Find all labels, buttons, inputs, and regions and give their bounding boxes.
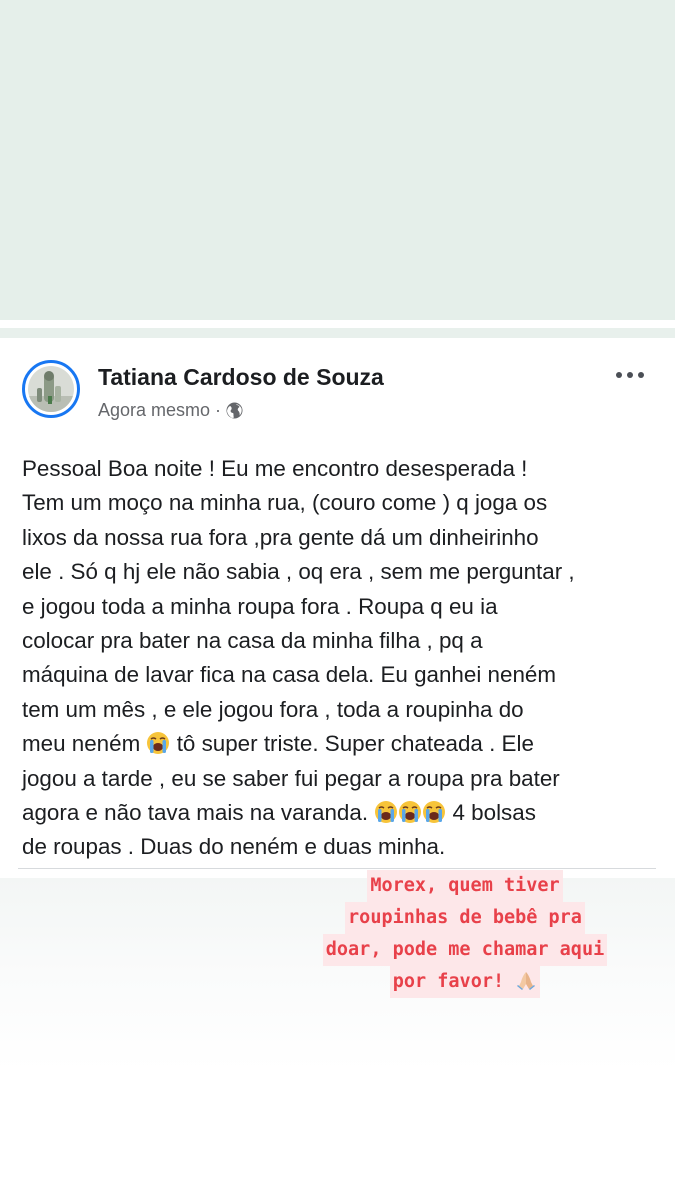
blank-top-area bbox=[0, 0, 675, 320]
caption-line: Morex, quem tiver bbox=[367, 870, 563, 902]
globe-icon bbox=[226, 402, 243, 419]
loudly-crying-face-icon bbox=[147, 732, 170, 755]
caption-line: roupinhas de bebê pra bbox=[345, 902, 585, 934]
post-line: jogou a tarde , eu se saber fui pegar a … bbox=[22, 765, 560, 791]
separator-band bbox=[0, 328, 675, 338]
post-line: máquina de lavar fica na casa dela. Eu g… bbox=[22, 662, 556, 688]
more-dots-icon[interactable] bbox=[612, 360, 648, 390]
post-line: ele . Só q hj ele não sabia , oq era , s… bbox=[22, 559, 575, 585]
avatar[interactable] bbox=[22, 360, 80, 418]
author-name[interactable]: Tatiana Cardoso de Souza bbox=[98, 364, 384, 391]
caption-line: doar, pode me chamar aqui bbox=[322, 934, 608, 966]
avatar-photo bbox=[28, 366, 74, 412]
post-text-fragment: 4 bolsas bbox=[446, 800, 536, 826]
loudly-crying-face-icon bbox=[375, 801, 398, 824]
caption-line: por favor! bbox=[389, 966, 541, 998]
caption-text: por favor! bbox=[392, 971, 516, 992]
meta-separator: · bbox=[215, 399, 222, 420]
loudly-crying-face-icon bbox=[399, 801, 422, 824]
loudly-crying-face-icon bbox=[423, 801, 446, 824]
post-line: tem um mês , e ele jogou fora , toda a r… bbox=[22, 696, 524, 722]
post-line: colocar pra bater na casa da minha filha… bbox=[22, 628, 483, 654]
divider bbox=[18, 868, 656, 869]
separator bbox=[0, 320, 675, 328]
post-line: Pessoal Boa noite ! Eu me encontro deses… bbox=[22, 456, 528, 481]
post-meta: Agora mesmo · bbox=[98, 400, 243, 420]
post-text-fragment: tô super triste. Super chateada . Ele bbox=[170, 731, 534, 757]
post-line: e jogou toda a minha roupa fora . Roupa … bbox=[22, 593, 498, 619]
story-caption: Morex, quem tiver roupinhas de bebê pra … bbox=[290, 870, 640, 998]
post-line: meu neném tô super triste. Super chatead… bbox=[22, 727, 662, 761]
post-text: Pessoal Boa noite ! Eu me encontro deses… bbox=[22, 452, 662, 865]
post-line: Tem um moço na minha rua, (couro come ) … bbox=[22, 490, 548, 516]
post-line: lixos da nossa rua fora ,pra gente dá um… bbox=[22, 524, 539, 550]
post-time[interactable]: Agora mesmo bbox=[98, 400, 210, 421]
post-line: agora e não tava mais na varanda. 4 bols… bbox=[22, 796, 662, 830]
post-line: de roupas . Duas do neném e duas minha. bbox=[22, 834, 446, 860]
post-text-fragment: meu neném bbox=[22, 731, 147, 757]
post-text-fragment: agora e não tava mais na varanda. bbox=[22, 800, 375, 826]
folded-hands-icon bbox=[517, 972, 536, 990]
